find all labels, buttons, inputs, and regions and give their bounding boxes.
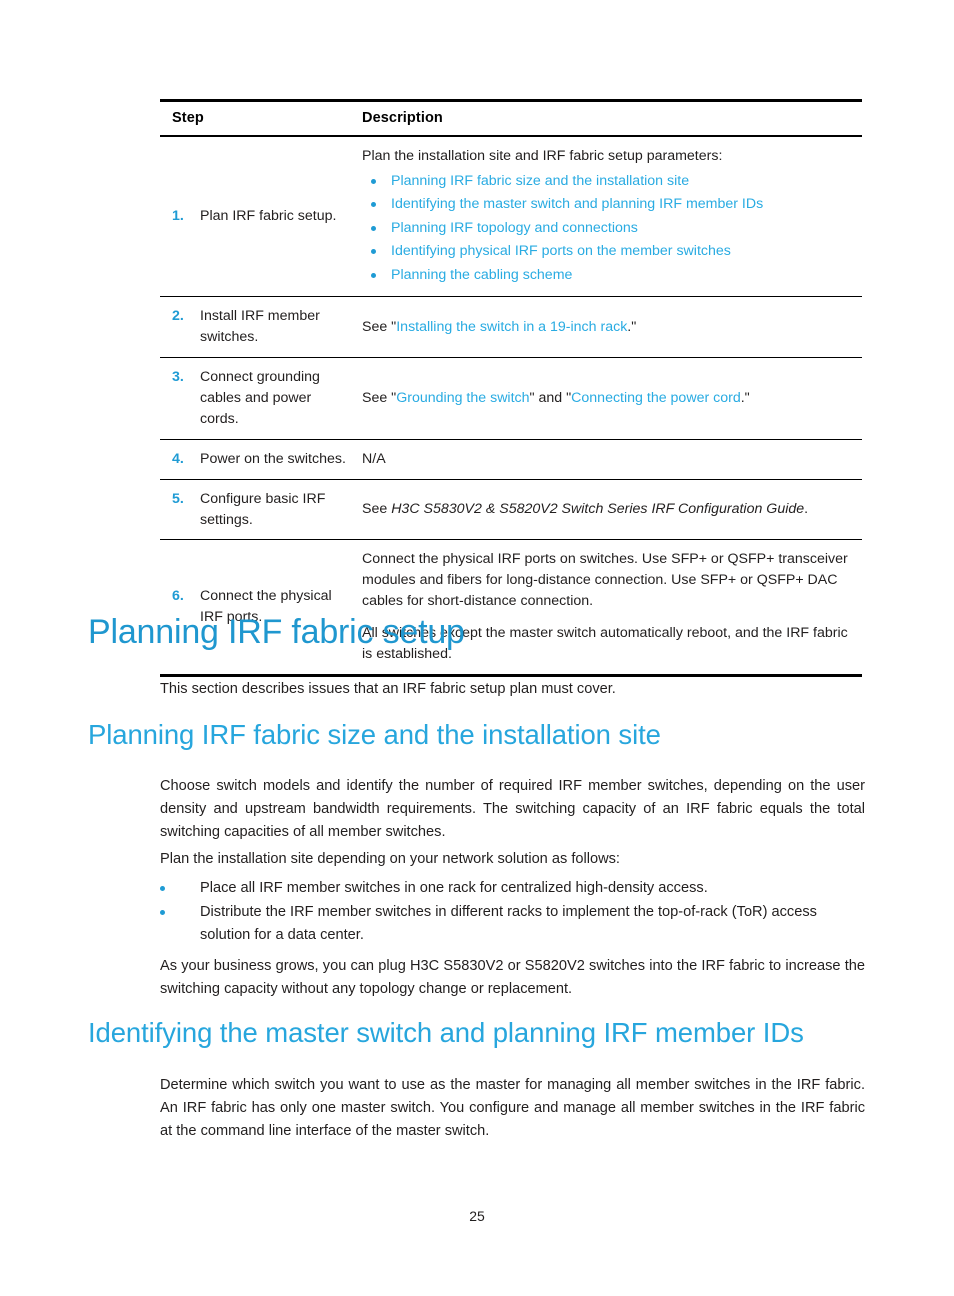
description-text: Connect the physical IRF ports on switch… <box>362 551 848 610</box>
table-row: 4. Power on the switches. N/A <box>160 439 862 480</box>
step-label: Connect grounding cables and power cords… <box>200 369 320 427</box>
cross-reference-link[interactable]: Identifying physical IRF ports on the me… <box>391 243 731 259</box>
see-prefix: See " <box>362 318 397 335</box>
description-text: See "Installing the switch in a 19-inch … <box>362 317 854 338</box>
table-cell-description: Connect the physical IRF ports on switch… <box>356 539 862 677</box>
heading-planning-irf-fabric-setup: Planning IRF fabric setup <box>88 613 465 651</box>
table-row: 1. Plan IRF fabric setup. Plan the insta… <box>160 136 862 298</box>
list-item: Planning IRF fabric size and the install… <box>362 170 854 193</box>
table-cell-description: N/A <box>356 439 862 480</box>
cross-reference-link[interactable]: Installing the switch in a 19-inch rack <box>396 319 627 335</box>
see-suffix: . <box>804 501 809 518</box>
bullet-list-installation-options: Place all IRF member switches in one rac… <box>160 877 865 947</box>
step-label: Install IRF member switches. <box>200 308 320 346</box>
step-number: 1. <box>172 208 184 225</box>
heading-planning-irf-fabric-size: Planning IRF fabric size and the install… <box>88 719 661 750</box>
table-cell-step: 3. Connect grounding cables and power co… <box>160 357 356 440</box>
cross-reference-link[interactable]: Planning the cabling scheme <box>391 267 572 283</box>
cross-reference-link[interactable]: Planning IRF topology and connections <box>391 220 638 236</box>
step-label: Plan IRF fabric setup. <box>200 208 337 225</box>
description-text: See H3C S5830V2 & S5820V2 Switch Series … <box>362 499 854 520</box>
see-middle: " and " <box>529 390 572 406</box>
step-label: Power on the switches. <box>200 450 346 467</box>
cross-reference-link[interactable]: Planning IRF fabric size and the install… <box>391 173 689 189</box>
paragraph-plan-installation-site: Plan the installation site depending on … <box>160 851 620 867</box>
paragraph-business-grows: As your business grows, you can plug H3C… <box>160 958 865 997</box>
list-item: Planning IRF topology and connections <box>362 217 854 240</box>
description-text: See "Grounding the switch" and "Connecti… <box>362 388 854 409</box>
cross-reference-link[interactable]: Connecting the power cord <box>571 390 741 406</box>
table-row: 6. Connect the physical IRF ports. Conne… <box>160 539 862 677</box>
table-cell-description: Plan the installation site and IRF fabri… <box>356 136 862 298</box>
paragraph-choose-switch-models: Choose switch models and identify the nu… <box>160 778 865 840</box>
step-number: 6. <box>172 588 184 605</box>
step-number: 2. <box>172 308 184 325</box>
table-cell-step: 1. Plan IRF fabric setup. <box>160 136 356 298</box>
table-row: 5. Configure basic IRF settings. See H3C… <box>160 479 862 541</box>
step-label: Configure basic IRF settings. <box>200 490 326 528</box>
table-cell-step: 4. Power on the switches. <box>160 439 356 480</box>
column-header-step: Step <box>160 99 356 137</box>
document-page: Step Description 1. Plan IRF fabric setu… <box>0 0 954 1296</box>
see-suffix: ." <box>740 390 750 406</box>
list-item: Place all IRF member switches in one rac… <box>160 877 865 900</box>
guide-reference: H3C S5830V2 & S5820V2 Switch Series IRF … <box>391 501 805 518</box>
see-prefix: See " <box>362 390 397 406</box>
list-item: Planning the cabling scheme <box>362 264 854 287</box>
cross-reference-link[interactable]: Identifying the master switch and planni… <box>391 196 763 212</box>
table-cell-description: See "Installing the switch in a 19-inch … <box>356 296 862 359</box>
table-cell-step: 6. Connect the physical IRF ports. <box>160 539 356 677</box>
see-prefix: See <box>362 501 392 518</box>
table-row: 2. Install IRF member switches. See "Ins… <box>160 296 862 359</box>
step-number: 3. <box>172 369 184 386</box>
list-item: Distribute the IRF member switches in di… <box>160 901 865 947</box>
table-cell-step: 5. Configure basic IRF settings. <box>160 479 356 541</box>
cross-reference-link[interactable]: Grounding the switch <box>396 390 529 406</box>
paragraph-section-intro: This section describes issues that an IR… <box>160 681 616 697</box>
paragraph-determine-master-switch: Determine which switch you want to use a… <box>160 1077 865 1139</box>
step-number: 4. <box>172 450 184 467</box>
table-header-row: Step Description <box>160 99 862 137</box>
step-number: 5. <box>172 490 184 507</box>
cross-reference-list: Planning IRF fabric size and the install… <box>362 170 854 287</box>
steps-table: Step Description 1. Plan IRF fabric setu… <box>160 99 862 677</box>
description-intro: Plan the installation site and IRF fabri… <box>362 148 723 164</box>
table-cell-step: 2. Install IRF member switches. <box>160 296 356 359</box>
description-text: N/A <box>362 450 386 467</box>
table-cell-description: See "Grounding the switch" and "Connecti… <box>356 357 862 440</box>
list-item: Identifying physical IRF ports on the me… <box>362 240 854 263</box>
table-row: 3. Connect grounding cables and power co… <box>160 357 862 440</box>
column-header-description: Description <box>356 99 862 137</box>
table-cell-description: See H3C S5830V2 & S5820V2 Switch Series … <box>356 479 862 541</box>
see-suffix: ." <box>627 318 637 335</box>
page-number: 25 <box>469 1208 485 1224</box>
list-item: Identifying the master switch and planni… <box>362 193 854 216</box>
heading-identifying-master-switch: Identifying the master switch and planni… <box>88 1017 804 1048</box>
